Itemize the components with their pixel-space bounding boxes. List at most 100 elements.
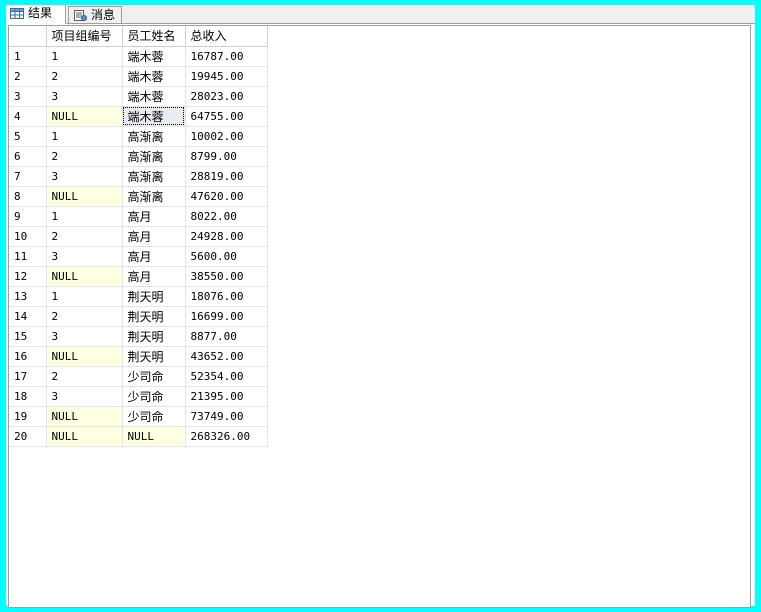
row-number-cell[interactable]: 18 [9, 386, 47, 407]
row-number-cell[interactable]: 17 [9, 366, 47, 387]
table-row[interactable]: 12 NULL 高月 38550.00 [9, 266, 268, 287]
table-row[interactable]: 11 3 高月 5600.00 [9, 246, 268, 267]
table-row[interactable]: 6 2 高渐离 8799.00 [9, 146, 268, 167]
table-row[interactable]: 5 1 高渐离 10002.00 [9, 126, 268, 147]
table-row[interactable]: 10 2 高月 24928.00 [9, 226, 268, 247]
table-row[interactable]: 2 2 端木蓉 19945.00 [9, 66, 268, 87]
total-income-cell[interactable]: 28023.00 [185, 86, 268, 107]
row-number-cell[interactable]: 4 [9, 106, 47, 127]
employee-name-cell[interactable]: 端木蓉 [122, 86, 186, 107]
group-id-cell[interactable]: 2 [46, 146, 123, 167]
employee-name-cell[interactable]: 高月 [122, 226, 186, 247]
total-income-cell[interactable]: 268326.00 [185, 426, 268, 447]
row-number-cell[interactable]: 2 [9, 66, 47, 87]
table-row[interactable]: 15 3 荆天明 8877.00 [9, 326, 268, 347]
row-number-cell[interactable]: 20 [9, 426, 47, 447]
employee-name-cell[interactable]: 高月 [122, 206, 186, 227]
tab-results[interactable]: 结果 [6, 5, 66, 24]
row-number-cell[interactable]: 1 [9, 46, 47, 67]
group-id-cell[interactable]: NULL [46, 106, 123, 127]
total-income-cell[interactable]: 43652.00 [185, 346, 268, 367]
column-header-group-id[interactable]: 项目组编号 [46, 26, 123, 47]
employee-name-cell[interactable]: 荆天明 [122, 286, 186, 307]
table-row[interactable]: 13 1 荆天明 18076.00 [9, 286, 268, 307]
table-row[interactable]: 18 3 少司命 21395.00 [9, 386, 268, 407]
row-number-cell[interactable]: 9 [9, 206, 47, 227]
table-row[interactable]: 17 2 少司命 52354.00 [9, 366, 268, 387]
table-row[interactable]: 4 NULL 端木蓉 64755.00 [9, 106, 268, 127]
results-grid[interactable]: 项目组编号 员工姓名 总收入 1 1 端木蓉 16787.00 2 2 端木蓉 19945.0… [9, 26, 268, 447]
row-number-cell[interactable]: 3 [9, 86, 47, 107]
row-number-cell[interactable]: 7 [9, 166, 47, 187]
row-number-cell[interactable]: 5 [9, 126, 47, 147]
employee-name-cell[interactable]: 荆天明 [122, 326, 186, 347]
total-income-cell[interactable]: 38550.00 [185, 266, 268, 287]
table-row[interactable]: 3 3 端木蓉 28023.00 [9, 86, 268, 107]
employee-name-cell[interactable]: 高渐离 [122, 146, 186, 167]
row-number-cell[interactable]: 8 [9, 186, 47, 207]
table-row[interactable]: 1 1 端木蓉 16787.00 [9, 46, 268, 67]
total-income-cell[interactable]: 16787.00 [185, 46, 268, 67]
table-row[interactable]: 7 3 高渐离 28819.00 [9, 166, 268, 187]
group-id-cell[interactable]: 2 [46, 366, 123, 387]
employee-name-cell[interactable]: NULL [122, 426, 186, 447]
employee-name-cell[interactable]: 高月 [122, 266, 186, 287]
employee-name-cell[interactable]: 高渐离 [122, 166, 186, 187]
row-number-cell[interactable]: 13 [9, 286, 47, 307]
employee-name-cell[interactable]: 高渐离 [122, 186, 186, 207]
employee-name-cell[interactable]: 端木蓉 [122, 106, 186, 127]
column-header-employee-name[interactable]: 员工姓名 [122, 26, 186, 47]
employee-name-cell[interactable]: 荆天明 [122, 346, 186, 367]
group-id-cell[interactable]: 2 [46, 306, 123, 327]
total-income-cell[interactable]: 18076.00 [185, 286, 268, 307]
group-id-cell[interactable]: 3 [46, 166, 123, 187]
row-number-cell[interactable]: 12 [9, 266, 47, 287]
group-id-cell[interactable]: 3 [46, 246, 123, 267]
group-id-cell[interactable]: 1 [46, 206, 123, 227]
group-id-cell[interactable]: NULL [46, 346, 123, 367]
table-row[interactable]: 16 NULL 荆天明 43652.00 [9, 346, 268, 367]
row-number-cell[interactable]: 15 [9, 326, 47, 347]
table-row[interactable]: 19 NULL 少司命 73749.00 [9, 406, 268, 427]
group-id-cell[interactable]: NULL [46, 266, 123, 287]
total-income-cell[interactable]: 8877.00 [185, 326, 268, 347]
total-income-cell[interactable]: 64755.00 [185, 106, 268, 127]
table-row[interactable]: 8 NULL 高渐离 47620.00 [9, 186, 268, 207]
total-income-cell[interactable]: 10002.00 [185, 126, 268, 147]
employee-name-cell[interactable]: 少司命 [122, 366, 186, 387]
total-income-cell[interactable]: 24928.00 [185, 226, 268, 247]
group-id-cell[interactable]: 3 [46, 386, 123, 407]
table-row[interactable]: 14 2 荆天明 16699.00 [9, 306, 268, 327]
table-row[interactable]: 9 1 高月 8022.00 [9, 206, 268, 227]
tab-messages[interactable]: 消息 [68, 6, 122, 23]
group-id-cell[interactable]: 3 [46, 326, 123, 347]
row-number-cell[interactable]: 6 [9, 146, 47, 167]
row-number-cell[interactable]: 16 [9, 346, 47, 367]
employee-name-cell[interactable]: 高渐离 [122, 126, 186, 147]
group-id-cell[interactable]: 3 [46, 86, 123, 107]
employee-name-cell[interactable]: 高月 [122, 246, 186, 267]
row-number-cell[interactable]: 11 [9, 246, 47, 267]
group-id-cell[interactable]: NULL [46, 186, 123, 207]
total-income-cell[interactable]: 28819.00 [185, 166, 268, 187]
total-income-cell[interactable]: 47620.00 [185, 186, 268, 207]
employee-name-cell[interactable]: 少司命 [122, 386, 186, 407]
row-number-header[interactable] [9, 26, 47, 47]
group-id-cell[interactable]: NULL [46, 406, 123, 427]
total-income-cell[interactable]: 8799.00 [185, 146, 268, 167]
total-income-cell[interactable]: 16699.00 [185, 306, 268, 327]
table-row[interactable]: 20 NULL NULL 268326.00 [9, 426, 268, 447]
total-income-cell[interactable]: 8022.00 [185, 206, 268, 227]
group-id-cell[interactable]: 2 [46, 66, 123, 87]
group-id-cell[interactable]: 1 [46, 126, 123, 147]
row-number-cell[interactable]: 19 [9, 406, 47, 427]
group-id-cell[interactable]: NULL [46, 426, 123, 447]
employee-name-cell[interactable]: 端木蓉 [122, 46, 186, 67]
row-number-cell[interactable]: 14 [9, 306, 47, 327]
group-id-cell[interactable]: 2 [46, 226, 123, 247]
employee-name-cell[interactable]: 荆天明 [122, 306, 186, 327]
results-grid-pane[interactable]: 项目组编号 员工姓名 总收入 1 1 端木蓉 16787.00 2 2 端木蓉 19945.0… [8, 25, 751, 608]
group-id-cell[interactable]: 1 [46, 46, 123, 67]
group-id-cell[interactable]: 1 [46, 286, 123, 307]
total-income-cell[interactable]: 5600.00 [185, 246, 268, 267]
